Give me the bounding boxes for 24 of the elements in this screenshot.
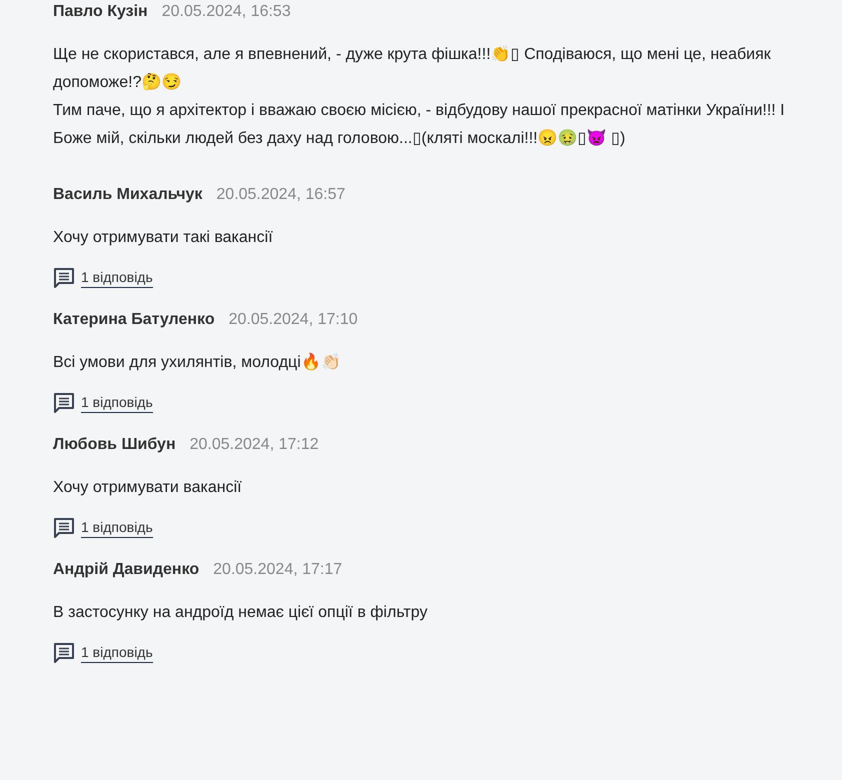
comment-text: В застосунку на андроїд немає цієї опції в фільтру bbox=[53, 603, 428, 623]
comment-text: Хочу отримувати такі вакансії bbox=[53, 228, 274, 248]
comment-text: Ще не скористався, але я впевнений, - дуже крута фішка!!!👏▯ Сподіваюся, що мені це, неабияк допоможе!?🤔😏 bbox=[53, 44, 772, 93]
author-name: Василь Михальчук bbox=[53, 185, 202, 205]
comment-date: 20.05.2024, 17:17 bbox=[213, 560, 342, 580]
author-name: Катерина Батуленко bbox=[53, 310, 215, 330]
replies-link[interactable]: 1 відповідь bbox=[81, 643, 153, 663]
author-name: Павло Кузін bbox=[53, 2, 148, 22]
comment-icon bbox=[53, 518, 75, 538]
comment-icon bbox=[53, 643, 75, 663]
author-name: Андрій Давиденко bbox=[53, 560, 200, 580]
comment-icon bbox=[53, 393, 75, 413]
comment-icon bbox=[53, 268, 75, 288]
replies-link[interactable]: 1 відповідь bbox=[81, 393, 153, 413]
comment-date: 20.05.2024, 16:53 bbox=[162, 2, 291, 22]
comment-text: Хочу отримувати вакансії bbox=[53, 478, 243, 498]
replies-link[interactable]: 1 відповідь bbox=[81, 268, 153, 288]
comment-text: Тим паче, що я архітектор і вважаю своєю місією, - відбудову нашої прекрасної матінки України!!! І Боже мій, скільки людей без даху над головою...▯(кляті москалі!!!😠🤢▯👿 ▯) bbox=[53, 101, 786, 149]
comment-text: Всі умови для ухилянтів, молодці🔥👏🏻 bbox=[53, 352, 342, 373]
comment-date: 20.05.2024, 16:57 bbox=[216, 185, 346, 205]
comment-date: 20.05.2024, 17:12 bbox=[190, 435, 319, 455]
replies-link[interactable]: 1 відповідь bbox=[81, 518, 153, 538]
comment-date: 20.05.2024, 17:10 bbox=[228, 310, 358, 330]
author-name: Любовь Шибун bbox=[53, 435, 176, 455]
